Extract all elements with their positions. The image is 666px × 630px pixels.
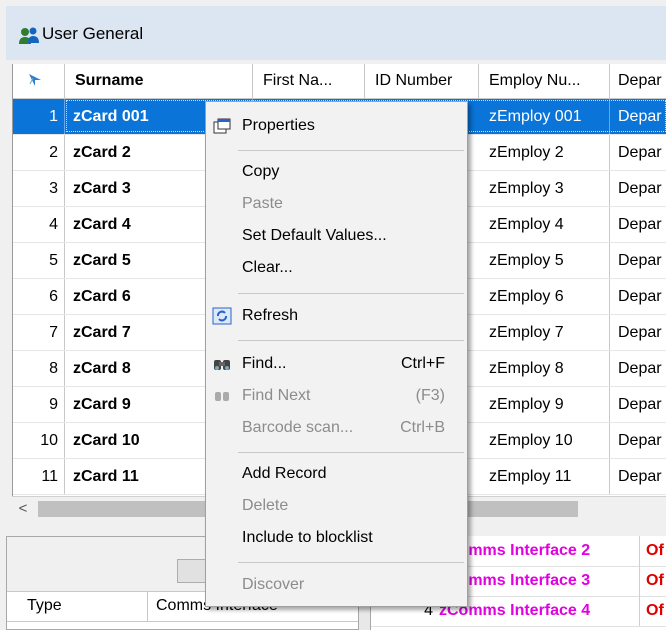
menu-item-set-default-values[interactable]: Set Default Values... bbox=[206, 220, 467, 252]
row-number-cell[interactable]: 1 bbox=[13, 99, 65, 134]
row-number-cell[interactable]: 11 bbox=[13, 459, 65, 494]
department-cell[interactable]: Depar bbox=[610, 459, 666, 494]
employ-number-cell[interactable]: zEmploy 8 bbox=[479, 351, 610, 386]
menu-item-label: Add Record bbox=[242, 465, 327, 482]
row-number-cell[interactable]: 7 bbox=[13, 315, 65, 350]
employ-number-cell[interactable]: zEmploy 6 bbox=[479, 279, 610, 314]
department-cell[interactable]: Depar bbox=[610, 279, 666, 314]
menu-item-shortcut: (F3) bbox=[415, 387, 445, 404]
menu-item-label: Delete bbox=[242, 497, 289, 514]
list-item-status: Of bbox=[639, 566, 664, 596]
menu-item-label: Find... bbox=[242, 355, 287, 372]
menu-item-clear[interactable]: Clear... bbox=[206, 252, 467, 284]
department-cell[interactable]: Depar bbox=[610, 351, 666, 386]
department-cell[interactable]: Depar bbox=[610, 315, 666, 350]
department-cell[interactable]: Depar bbox=[610, 387, 666, 422]
menu-item-label: Barcode scan... bbox=[242, 419, 354, 436]
menu-item-label: Clear... bbox=[242, 259, 293, 276]
menu-item-find[interactable]: Find... Ctrl+F bbox=[206, 348, 467, 380]
row-number-cell[interactable]: 4 bbox=[13, 207, 65, 242]
sort-arrow-icon bbox=[29, 74, 41, 86]
menu-item-properties[interactable]: Properties bbox=[206, 110, 467, 142]
menu-separator bbox=[238, 293, 464, 294]
list-item-status: Of bbox=[639, 536, 664, 566]
menu-item-label: Properties bbox=[242, 117, 315, 134]
menu-item-label: Copy bbox=[242, 163, 280, 180]
department-cell[interactable]: Depar bbox=[610, 243, 666, 278]
row-number-cell[interactable]: 8 bbox=[13, 351, 65, 386]
column-header-id-number[interactable]: ID Number bbox=[365, 64, 479, 98]
department-cell[interactable]: Depar bbox=[610, 135, 666, 170]
context-menu: Properties Copy Paste Set Default Values… bbox=[205, 101, 468, 607]
column-header-type[interactable]: Type bbox=[27, 591, 62, 621]
menu-item-find-next: Find Next (F3) bbox=[206, 380, 467, 412]
row-number-cell[interactable]: 9 bbox=[13, 387, 65, 422]
grid-header: Surname First Na... ID Number Employ Nu.… bbox=[13, 64, 666, 99]
menu-item-refresh[interactable]: Refresh bbox=[206, 300, 467, 332]
row-header-corner[interactable] bbox=[13, 64, 65, 98]
column-header-surname[interactable]: Surname bbox=[65, 64, 253, 98]
employ-number-cell[interactable]: zEmploy 3 bbox=[479, 171, 610, 206]
menu-item-label: Paste bbox=[242, 195, 283, 212]
employ-number-cell[interactable]: zEmploy 7 bbox=[479, 315, 610, 350]
menu-separator bbox=[238, 340, 464, 341]
employ-number-cell[interactable]: zEmploy 001 bbox=[479, 99, 610, 134]
department-cell[interactable]: Depar bbox=[610, 99, 666, 134]
department-cell[interactable]: Depar bbox=[610, 171, 666, 206]
refresh-icon bbox=[212, 307, 232, 325]
menu-item-shortcut: Ctrl+F bbox=[401, 355, 445, 372]
employ-number-cell[interactable]: zEmploy 9 bbox=[479, 387, 610, 422]
menu-item-shortcut: Ctrl+B bbox=[400, 419, 445, 436]
department-cell[interactable]: Depar bbox=[610, 207, 666, 242]
row-number-cell[interactable]: 5 bbox=[13, 243, 65, 278]
panel-title-bar: User General bbox=[6, 6, 666, 60]
users-icon bbox=[19, 27, 39, 44]
scroll-left-button[interactable]: < bbox=[12, 497, 34, 521]
row-number-cell[interactable]: 3 bbox=[13, 171, 65, 206]
row-number-cell[interactable]: 2 bbox=[13, 135, 65, 170]
menu-item-discover: Discover bbox=[206, 569, 467, 601]
column-header-first-name[interactable]: First Na... bbox=[253, 64, 365, 98]
menu-separator bbox=[238, 452, 464, 453]
menu-item-barcode-scan: Barcode scan... Ctrl+B bbox=[206, 412, 467, 444]
department-cell[interactable]: Depar bbox=[610, 423, 666, 458]
menu-item-label: Refresh bbox=[242, 307, 299, 324]
employ-number-cell[interactable]: zEmploy 2 bbox=[479, 135, 610, 170]
menu-item-add-record[interactable]: Add Record bbox=[206, 458, 467, 490]
column-header-department[interactable]: Depar bbox=[610, 64, 666, 98]
menu-separator bbox=[238, 150, 464, 151]
menu-separator bbox=[238, 562, 464, 563]
find-next-icon bbox=[215, 392, 229, 401]
employ-number-cell[interactable]: zEmploy 11 bbox=[479, 459, 610, 494]
menu-item-include-to-blocklist[interactable]: Include to blocklist bbox=[206, 522, 467, 554]
menu-item-label: Include to blocklist bbox=[242, 529, 373, 546]
properties-icon bbox=[213, 118, 231, 134]
menu-item-label: Discover bbox=[242, 576, 305, 593]
list-item-status: Of bbox=[639, 596, 664, 626]
row-number-cell[interactable]: 6 bbox=[13, 279, 65, 314]
menu-item-label: Set Default Values... bbox=[242, 227, 387, 244]
row-number-cell[interactable]: 10 bbox=[13, 423, 65, 458]
menu-item-paste: Paste bbox=[206, 188, 467, 220]
panel-title: User General bbox=[42, 24, 144, 43]
menu-item-copy[interactable]: Copy bbox=[206, 156, 467, 188]
employ-number-cell[interactable]: zEmploy 4 bbox=[479, 207, 610, 242]
employ-number-cell[interactable]: zEmploy 5 bbox=[479, 243, 610, 278]
menu-item-label: Find Next bbox=[242, 387, 311, 404]
column-header-employ-number[interactable]: Employ Nu... bbox=[479, 64, 610, 98]
employ-number-cell[interactable]: zEmploy 10 bbox=[479, 423, 610, 458]
menu-item-delete: Delete bbox=[206, 490, 467, 522]
binoculars-icon bbox=[214, 360, 230, 370]
